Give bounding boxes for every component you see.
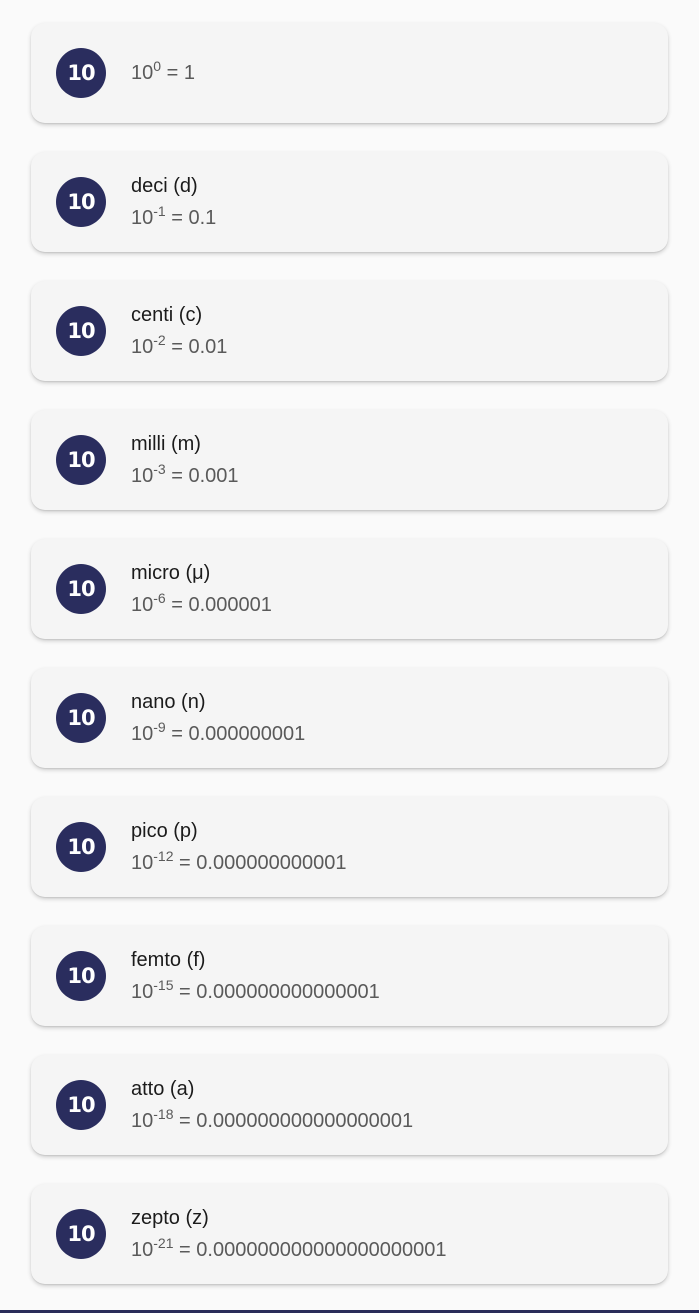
prefix-name: atto (a) (131, 1078, 195, 1100)
prefix-name: femto (f) (131, 949, 206, 971)
formula-base: 10 (131, 336, 154, 358)
formula-exponent: -9 (153, 719, 166, 735)
prefix-list: 10 100 = 1 10 deci (d) 10-1 = 0.1 10 cen… (31, 23, 668, 1313)
formula-exponent: -21 (153, 1235, 174, 1251)
formula-base: 10 (131, 852, 154, 874)
list-item[interactable]: 10 milli (m) 10-3 = 0.001 (31, 410, 668, 510)
list-item[interactable]: 10 atto (a) 10-18 = 0.000000000000000001 (31, 1055, 668, 1155)
prefix-formula: 10-15 = 0.000000000000001 (131, 977, 380, 1003)
content-sheet: 10 100 = 1 10 deci (d) 10-1 = 0.1 10 cen… (0, 0, 699, 1310)
ten-icon: 10 (56, 435, 106, 485)
formula-value: 0.000000000000000001 (196, 1110, 414, 1132)
list-item[interactable]: 10 zepto (z) 10-21 = 0.00000000000000000… (31, 1184, 668, 1284)
ten-icon: 10 (56, 306, 106, 356)
formula-base: 10 (131, 465, 154, 487)
prefix-formula: 10-21 = 0.000000000000000000001 (131, 1235, 447, 1261)
formula-value: 0.000001 (188, 594, 272, 616)
ten-icon: 10 (56, 822, 106, 872)
ten-icon: 10 (56, 177, 106, 227)
item-text: 100 = 1 (131, 23, 195, 123)
ten-icon: 10 (56, 1080, 106, 1130)
prefix-name: micro (μ) (131, 562, 211, 584)
item-text: micro (μ) 10-6 = 0.000001 (131, 539, 272, 639)
prefix-name: centi (c) (131, 304, 203, 326)
formula-exponent: -3 (153, 461, 166, 477)
formula-base: 10 (131, 1239, 154, 1261)
item-text: pico (p) 10-12 = 0.000000000001 (131, 797, 346, 897)
list-item[interactable]: 10 nano (n) 10-9 = 0.000000001 (31, 668, 668, 768)
ten-icon: 10 (56, 1209, 106, 1259)
formula-exponent: -6 (153, 590, 166, 606)
formula-value: 0.01 (188, 336, 228, 358)
item-text: femto (f) 10-15 = 0.000000000000001 (131, 926, 380, 1026)
formula-value: 0.1 (188, 207, 217, 229)
formula-base: 10 (131, 62, 154, 84)
formula-exponent: -12 (153, 848, 174, 864)
formula-exponent: 0 (153, 58, 162, 74)
ten-icon: 10 (56, 693, 106, 743)
prefix-formula: 10-2 = 0.01 (131, 332, 228, 358)
formula-base: 10 (131, 1110, 154, 1132)
prefix-formula: 10-12 = 0.000000000001 (131, 848, 347, 874)
item-text: atto (a) 10-18 = 0.000000000000000001 (131, 1055, 413, 1155)
list-item[interactable]: 10 100 = 1 (31, 23, 668, 123)
prefix-name: pico (p) (131, 820, 198, 842)
prefix-name: nano (n) (131, 691, 206, 713)
formula-base: 10 (131, 981, 154, 1003)
ten-icon: 10 (56, 564, 106, 614)
ten-icon: 10 (56, 951, 106, 1001)
prefix-formula: 10-9 = 0.000000001 (131, 719, 306, 745)
item-text: nano (n) 10-9 = 0.000000001 (131, 668, 305, 768)
formula-value: 0.000000000001 (196, 852, 347, 874)
prefix-formula: 10-6 = 0.000001 (131, 590, 272, 616)
formula-value: 0.000000000000001 (196, 981, 380, 1003)
list-item[interactable]: 10 deci (d) 10-1 = 0.1 (31, 152, 668, 252)
formula-exponent: -18 (153, 1106, 174, 1122)
list-item[interactable]: 10 femto (f) 10-15 = 0.000000000000001 (31, 926, 668, 1026)
formula-exponent: -15 (153, 977, 174, 993)
formula-exponent: -2 (153, 332, 166, 348)
item-text: zepto (z) 10-21 = 0.00000000000000000000… (131, 1184, 447, 1284)
item-text: milli (m) 10-3 = 0.001 (131, 410, 239, 510)
prefix-formula: 100 = 1 (131, 58, 195, 84)
prefix-formula: 10-1 = 0.1 (131, 203, 217, 229)
formula-exponent: -1 (153, 203, 166, 219)
list-item[interactable]: 10 centi (c) 10-2 = 0.01 (31, 281, 668, 381)
list-item[interactable]: 10 pico (p) 10-12 = 0.000000000001 (31, 797, 668, 897)
prefix-name: zepto (z) (131, 1207, 209, 1229)
formula-value: 0.001 (188, 465, 239, 487)
formula-value: 1 (183, 62, 195, 84)
prefix-name: deci (d) (131, 175, 198, 197)
item-text: centi (c) 10-2 = 0.01 (131, 281, 227, 381)
list-item[interactable]: 10 micro (μ) 10-6 = 0.000001 (31, 539, 668, 639)
formula-value: 0.000000000000000000001 (196, 1239, 447, 1261)
ten-icon: 10 (56, 48, 106, 98)
formula-base: 10 (131, 723, 154, 745)
item-text: deci (d) 10-1 = 0.1 (131, 152, 216, 252)
prefix-formula: 10-18 = 0.000000000000000001 (131, 1106, 414, 1132)
prefix-formula: 10-3 = 0.001 (131, 461, 239, 487)
prefix-name: milli (m) (131, 433, 201, 455)
formula-base: 10 (131, 594, 154, 616)
formula-base: 10 (131, 207, 154, 229)
formula-value: 0.000000001 (188, 723, 306, 745)
